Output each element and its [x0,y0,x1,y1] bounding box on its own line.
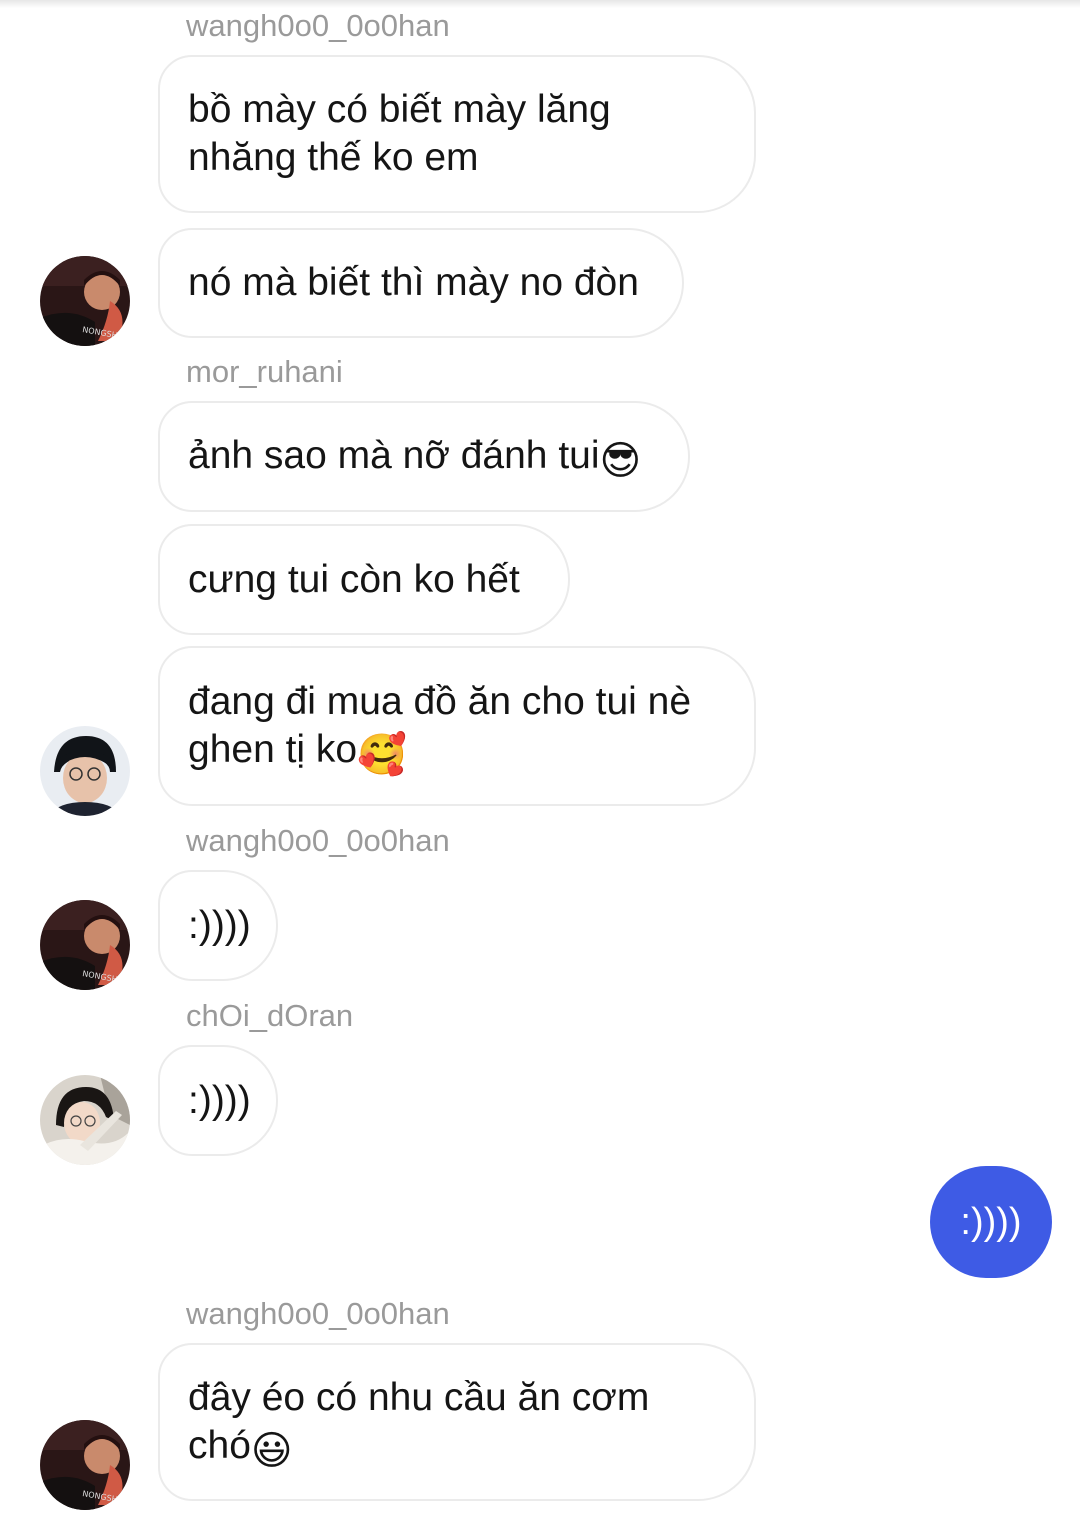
sender-username: mor_ruhani [186,354,343,389]
message-text: ảnh sao mà nỡ đánh tui [188,434,600,477]
message-bubble[interactable]: :)))) [158,1045,278,1156]
message-text: :)))) [188,1078,251,1122]
avatar-wangh0o0[interactable]: NONGSH [40,1420,130,1510]
message-text: đang đi mua đồ ăn cho tui nè ghen tị ko [188,679,692,771]
message-text: bồ mày có biết mày lăng nhăng thế ko em [188,88,611,179]
avatar-wangh0o0[interactable]: NONGSH [40,900,130,990]
message-bubble[interactable]: cưng tui còn ko hết [158,524,570,635]
message-bubble[interactable]: :)))) [158,870,278,981]
message-text: :)))) [188,903,251,947]
avatar-wangh0o0[interactable]: NONGSH [40,256,130,346]
sender-username: wangh0o0_0o0han [186,8,450,43]
sent-message-bubble[interactable]: :)))) [930,1166,1052,1278]
message-bubble[interactable]: nó mà biết thì mày no đòn [158,228,684,338]
avatar-choi-doran[interactable] [40,1075,130,1165]
smiling-face-with-hearts-emoji: 🥰 [357,731,407,778]
message-bubble[interactable]: đang đi mua đồ ăn cho tui nè ghen tị ko🥰 [158,646,756,806]
message-text: cưng tui còn ko hết [188,557,520,601]
sunglasses-emoji: 😎 [599,438,642,484]
message-bubble[interactable]: đây éo có nhu cầu ăn cơm chó😃 [158,1343,756,1501]
top-divider [0,0,1080,8]
sender-username: wangh0o0_0o0han [186,823,450,858]
message-bubble[interactable]: ảnh sao mà nỡ đánh tui😎 [158,401,690,512]
grinning-face-emoji: 😃 [250,1427,293,1474]
avatar-mor-ruhani[interactable] [40,726,130,816]
message-bubble[interactable]: bồ mày có biết mày lăng nhăng thế ko em [158,55,756,213]
sent-message-text: :)))) [960,1200,1022,1243]
sender-username: wangh0o0_0o0han [186,1296,450,1331]
message-text: nó mà biết thì mày no đòn [188,261,639,304]
sender-username: chOi_dOran [186,998,354,1033]
